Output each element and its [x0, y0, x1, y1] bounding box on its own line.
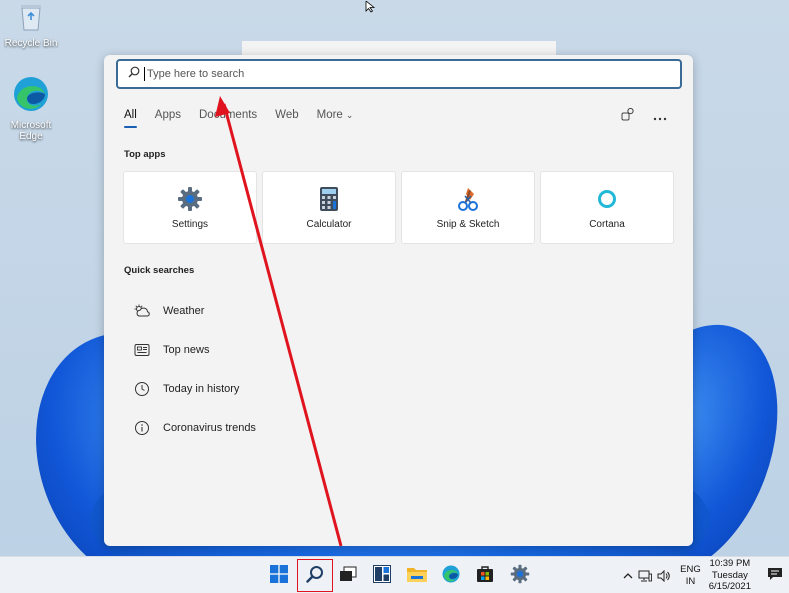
app-label: Snip & Sketch [436, 218, 500, 230]
start-button[interactable] [266, 563, 292, 589]
volume-icon[interactable] [657, 569, 671, 582]
file-explorer-button[interactable] [404, 563, 430, 589]
clock-icon [134, 381, 150, 397]
tab-apps[interactable]: Apps [155, 109, 181, 121]
tab-web[interactable]: Web [275, 109, 298, 121]
quick-search-top-news[interactable]: Top news [134, 330, 434, 369]
search-icon [128, 65, 140, 83]
quick-search-label: Today in history [163, 382, 240, 395]
file-explorer-icon [407, 566, 427, 587]
more-options-icon[interactable] [653, 108, 667, 126]
cortana-icon [594, 186, 620, 212]
weather-icon [134, 303, 150, 319]
settings-gear-icon [177, 186, 203, 212]
settings-taskbar-button[interactable] [507, 563, 533, 589]
search-input[interactable] [147, 68, 627, 80]
app-label: Cortana [589, 218, 625, 230]
panel-actions [621, 107, 667, 126]
language-region: IN [685, 575, 696, 587]
edge-icon [0, 74, 62, 117]
app-label: Calculator [306, 218, 352, 230]
top-apps-heading: Top apps [124, 149, 166, 160]
recycle-bin-icon [0, 2, 62, 35]
tab-more-label: More [316, 109, 343, 121]
quick-search-label: Coronavirus trends [163, 421, 256, 434]
search-panel: All Apps Documents Web More⌄ Top apps [104, 55, 693, 546]
clock-time: 10:39 PM [709, 558, 751, 570]
chevron-up-icon[interactable] [623, 572, 633, 579]
app-label: Settings [171, 218, 209, 230]
tab-all[interactable]: All [124, 109, 137, 128]
snip-sketch-icon [455, 186, 481, 212]
search-box[interactable] [116, 59, 682, 89]
text-caret [144, 67, 145, 81]
edge-icon [441, 564, 461, 589]
mouse-cursor-icon [365, 0, 377, 18]
taskbar: ENG IN 10:39 PM Tuesday 6/15/2021 [0, 556, 789, 593]
widgets-button[interactable] [369, 563, 395, 589]
start-icon [270, 564, 288, 588]
desktop-icon-label: Recycle Bin [4, 38, 58, 49]
clock[interactable]: 10:39 PM Tuesday 6/15/2021 [709, 558, 751, 593]
quick-search-coronavirus-trends[interactable]: Coronavirus trends [134, 408, 434, 447]
desktop-icon-label: Microsoft Edge [10, 120, 52, 142]
clock-date: 6/15/2021 [708, 581, 751, 593]
task-view-button[interactable] [335, 563, 361, 589]
quick-search-label: Weather [163, 304, 205, 317]
task-view-icon [339, 566, 357, 587]
clock-day: Tuesday [711, 569, 748, 581]
settings-gear-icon [510, 564, 530, 589]
news-icon [134, 342, 150, 358]
desktop-icon-recycle-bin[interactable]: Recycle Bin [0, 2, 62, 49]
app-tile-snip-sketch[interactable]: Snip & Sketch [401, 171, 535, 244]
chevron-down-icon: ⌄ [345, 110, 354, 120]
quick-search-label: Top news [163, 343, 210, 356]
language-indicator[interactable]: ENG IN [680, 564, 701, 588]
search-tabs: All Apps Documents Web More ⌄ [124, 109, 371, 128]
taskbar-search-button[interactable] [302, 563, 328, 589]
tab-more[interactable]: More ⌄ [317, 109, 354, 121]
calculator-icon [316, 186, 342, 212]
app-tile-settings[interactable]: Settings [123, 171, 257, 244]
account-switch-icon[interactable] [621, 107, 635, 126]
store-button[interactable] [472, 563, 498, 589]
edge-taskbar-button[interactable] [438, 563, 464, 589]
app-tile-calculator[interactable]: Calculator [262, 171, 396, 244]
top-apps-list: Settings Calculator Snip & Sketch Cortan… [123, 171, 674, 244]
quick-search-weather[interactable]: Weather [134, 291, 434, 330]
network-icon[interactable] [638, 570, 653, 582]
tab-documents[interactable]: Documents [199, 109, 257, 121]
notification-icon[interactable] [767, 566, 783, 585]
widgets-icon [373, 564, 391, 588]
app-tile-cortana[interactable]: Cortana [540, 171, 674, 244]
desktop-icon-edge[interactable]: Microsoft Edge [0, 74, 62, 142]
system-tray: ENG IN 10:39 PM Tuesday 6/15/2021 [623, 557, 789, 593]
store-icon [476, 565, 494, 588]
quick-searches-list: Weather Top news Today in history Corona… [134, 291, 434, 447]
quick-searches-heading: Quick searches [124, 265, 195, 276]
info-icon [134, 420, 150, 436]
quick-search-today-in-history[interactable]: Today in history [134, 369, 434, 408]
search-icon [306, 565, 324, 588]
language-code: ENG [680, 563, 701, 575]
